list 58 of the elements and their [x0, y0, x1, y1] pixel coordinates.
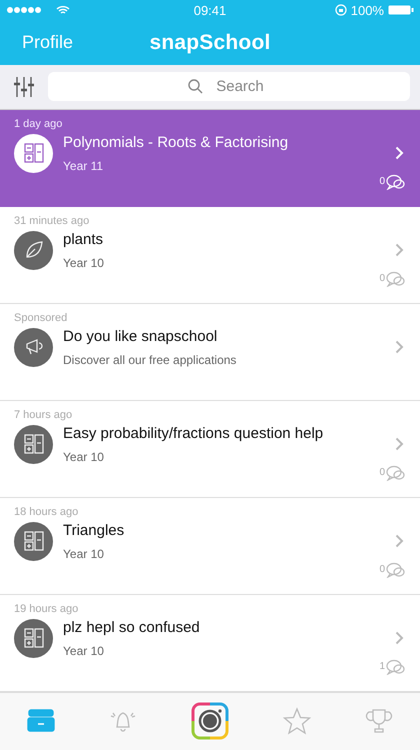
app-logo: snapSchool: [149, 30, 271, 54]
leaf-avatar-icon: [14, 230, 53, 270]
post-time: 31 minutes ago: [14, 214, 90, 227]
post-row[interactable]: 7 hours ago Easy probability/fractions question help Year 10 0: [0, 400, 420, 498]
chevron-icon: [395, 146, 404, 160]
star-tab[interactable]: [282, 707, 312, 736]
inbox-tab[interactable]: [26, 708, 56, 734]
filter-sliders-icon[interactable]: [14, 76, 34, 98]
post-title: Triangles: [63, 522, 124, 539]
chevron-icon: [395, 631, 404, 646]
post-subtitle: Year 10: [63, 546, 104, 561]
status-time: 09:41: [194, 2, 226, 18]
chevron-icon: [395, 243, 404, 258]
calculator-avatar-icon: [14, 522, 53, 561]
battery-icon: [388, 5, 414, 15]
post-title: plants: [63, 230, 104, 248]
comments-icon: [386, 658, 406, 675]
post-title: Do you like snapschool: [63, 328, 218, 345]
comment-count: 0: [379, 273, 385, 284]
comment-count: 1: [379, 661, 385, 672]
trophy-tab[interactable]: [364, 707, 394, 736]
post-title: plz hepl so confused: [63, 618, 200, 636]
post-time: 18 hours ago: [14, 506, 80, 518]
wifi-icon: [56, 5, 70, 15]
comment-count: 0: [379, 564, 385, 576]
post-subtitle: Discover all our free applications: [63, 352, 236, 367]
post-subtitle: Year 10: [63, 450, 104, 464]
rotation-lock-icon: [334, 4, 347, 16]
post-title: Easy probability/fractions question help: [63, 424, 324, 442]
calculator-avatar-icon: [14, 424, 53, 464]
post-title: Polynomials - Roots & Factorising: [63, 134, 288, 151]
camera-tab[interactable]: [190, 701, 230, 742]
calculator-avatar-icon: [14, 134, 53, 173]
chevron-icon: [395, 340, 404, 354]
comments-icon: [386, 464, 406, 481]
post-time: 19 hours ago: [14, 602, 80, 615]
search-field[interactable]: Search: [48, 72, 410, 102]
post-row[interactable]: 31 minutes ago plants Year 10 0: [0, 206, 420, 304]
post-time: 1 day ago: [14, 118, 64, 130]
post-subtitle: Year 11: [63, 158, 104, 173]
comments-icon: [386, 174, 406, 190]
post-time: 7 hours ago: [14, 408, 74, 421]
comments-icon: [386, 562, 406, 578]
megaphone-avatar-icon: [14, 328, 53, 367]
post-row[interactable]: 1 day ago Polynomials - Roots & Factorising Year 11 0: [0, 110, 420, 207]
post-subtitle: Year 10: [63, 256, 104, 270]
chevron-icon: [395, 437, 404, 452]
post-row[interactable]: 18 hours ago Triangles Year 10 0: [0, 498, 420, 595]
post-row[interactable]: Sponsored Do you like snapschool Discover all our free applications: [0, 304, 420, 401]
post-time: Sponsored: [14, 312, 68, 324]
battery-percent: 100%: [350, 2, 384, 18]
comment-count: 0: [379, 467, 385, 478]
post-subtitle: Year 10: [63, 644, 104, 658]
chevron-icon: [395, 534, 404, 548]
comments-icon: [386, 270, 406, 287]
search-icon: [188, 79, 203, 94]
comment-count: 0: [379, 176, 385, 188]
calculator-avatar-icon: [14, 618, 53, 658]
